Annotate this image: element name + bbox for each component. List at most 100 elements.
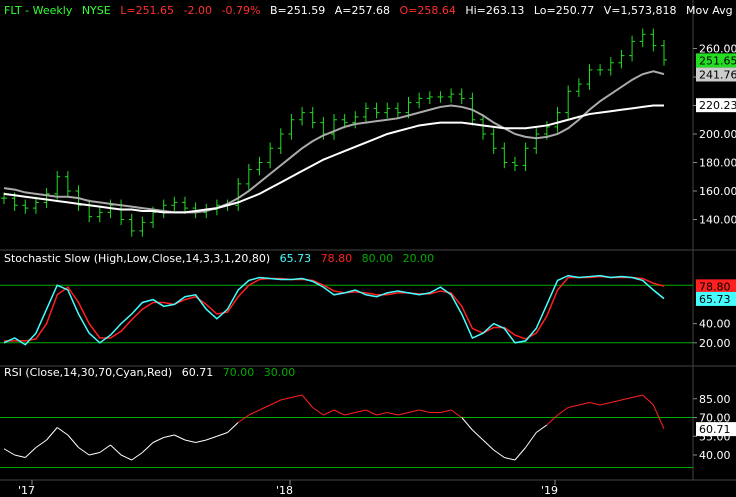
rsi-line-segment [206, 435, 218, 441]
rsi-line-segment [99, 444, 111, 453]
price-axis-label: 180.00 [699, 157, 736, 170]
rsi-line-segment [78, 447, 90, 456]
last-price-tag: 251.65 [699, 54, 736, 67]
rsi-line-segment [450, 409, 463, 418]
rsi-line-segment [67, 434, 79, 448]
time-axis-label: '19 [541, 484, 558, 497]
svg-text:FLT - Weekly NYSE: FLT - Weekly NYSE L=251.65 -2.00 -0.79% … [4, 4, 736, 17]
chart-window: 260.00240.00220.00200.00180.00160.00140.… [0, 0, 736, 497]
rsi-line-segment [419, 409, 430, 413]
rsi-line-segment [56, 427, 69, 436]
rsi-line-segment [35, 439, 47, 448]
rsi-line-segment [237, 414, 250, 423]
ma-fast-tag: 241.76 [699, 68, 736, 81]
exchange-label: NYSE [82, 4, 111, 17]
rsi-line-segment [142, 442, 154, 453]
rsi-line-segment [525, 432, 537, 448]
stoch-title: Stochastic Slow (High,Low,Close,14,3,3,1… [4, 252, 270, 265]
rsi-line-segment [546, 414, 558, 426]
ma-fast-line [3, 70, 665, 214]
time-axis-label: '18 [276, 484, 293, 497]
stoch-d-tag: 78.80 [699, 280, 731, 293]
rsi-line-segment [493, 449, 505, 458]
rsi-axis-label: 40.00 [699, 449, 731, 462]
rsi-line-segment [131, 452, 143, 461]
svg-text:Stochastic Slow (High,Low,Clos: Stochastic Slow (High,Low,Close,14,3,3,1… [4, 252, 434, 265]
rsi-line-segment [482, 439, 495, 451]
rsi-line-segment [110, 444, 122, 456]
rsi-line-segment [333, 409, 345, 416]
rsi-panel[interactable] [0, 394, 693, 468]
bid-value: B=251.59 [270, 4, 325, 17]
time-axis-label: '17 [18, 484, 35, 497]
rsi-line-segment [269, 399, 281, 406]
rsi-line-segment [3, 448, 15, 456]
volume-value: V=1,573,818 [604, 4, 677, 17]
stoch-axis-label: 40.00 [699, 318, 731, 331]
rsi-line-segment [301, 394, 314, 408]
stoch-axis-label: 20.00 [699, 337, 731, 350]
rsi-line-segment [355, 409, 367, 413]
rsi-line-segment [120, 454, 132, 461]
rsi-line-segment [46, 427, 58, 441]
rsi-axis-label: 85.00 [699, 393, 731, 406]
rsi-line-segment [24, 447, 37, 458]
rsi-line-segment [376, 412, 388, 416]
rsi-line-segment [227, 422, 239, 433]
ask-value: A=257.68 [335, 4, 390, 17]
rsi-line-segment [472, 429, 484, 441]
stoch-k-line [3, 274, 665, 346]
rsi-line-segment [174, 434, 186, 441]
stoch-upper-value: 80.00 [362, 252, 394, 265]
rsi-upper-value: 70.00 [223, 366, 255, 379]
stoch-d-value: 78.80 [321, 252, 353, 265]
rsi-line-segment [408, 409, 420, 413]
chart-canvas: 260.00240.00220.00200.00180.00160.00140.… [0, 0, 736, 497]
rsi-line-segment [195, 439, 207, 443]
open-value: O=258.64 [399, 4, 455, 17]
stoch-d-line [4, 275, 665, 342]
rsi-line-segment [152, 437, 164, 443]
stochastic-panel[interactable] [0, 274, 693, 346]
rsi-line-segment [312, 407, 324, 416]
rsi-line-segment [14, 454, 26, 458]
last-price: L=251.65 [120, 4, 174, 17]
stoch-lower-value: 20.00 [403, 252, 435, 265]
stoch-k-tag: 65.73 [699, 293, 731, 306]
rsi-line-segment [589, 402, 601, 406]
rsi-line-segment [568, 404, 579, 408]
rsi-line-segment [535, 424, 548, 433]
price-axis-label: 140.00 [699, 214, 736, 227]
rsi-lower-value: 30.00 [264, 366, 296, 379]
rsi-line-segment [600, 402, 611, 406]
rsi-line-segment [652, 404, 665, 429]
rsi-line-segment [440, 409, 452, 413]
svg-text:RSI (Close,14,30,70,Cyan,Red): RSI (Close,14,30,70,Cyan,Red) 60.71 70.0… [4, 366, 295, 379]
rsi-line-segment [344, 412, 356, 416]
price-panel[interactable] [1, 28, 667, 237]
rsi-line-segment [365, 409, 377, 416]
study-label: Mov Avg 2 Lines (Close [686, 4, 736, 17]
low-value: Lo=250.77 [534, 4, 594, 17]
rsi-line-segment [216, 432, 228, 437]
panel-frames [0, 0, 736, 481]
rsi-line-segment [248, 409, 260, 416]
rsi-line-segment [514, 447, 526, 461]
rsi-line-segment [89, 452, 100, 456]
rsi-line-segment [387, 412, 398, 416]
rsi-line-segment [631, 394, 643, 398]
rsi-value: 60.71 [182, 366, 214, 379]
rsi-line-segment [280, 397, 292, 401]
rsi-line-segment [259, 404, 271, 411]
rsi-line-segment [642, 394, 654, 406]
rsi-line-segment [397, 412, 409, 416]
price-axis-label: 160.00 [699, 185, 736, 198]
rsi-line-segment [610, 399, 622, 403]
change-value: -2.00 [184, 4, 212, 17]
rsi-line-segment [621, 397, 633, 401]
rsi-line-segment [461, 417, 473, 431]
rsi-line-segment [578, 402, 590, 406]
ma-slow-tag: 220.23 [699, 99, 736, 112]
rsi-line-segment [557, 407, 569, 416]
price-axis-label: 200.00 [699, 128, 736, 141]
